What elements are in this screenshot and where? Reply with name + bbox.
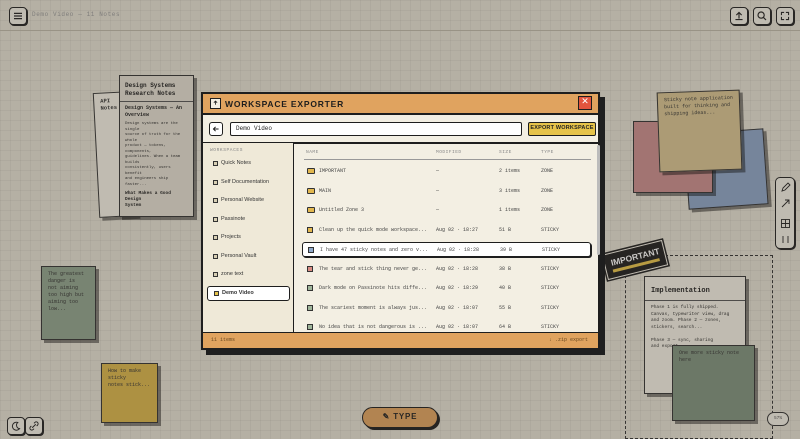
sticky-note-icon (307, 304, 313, 311)
cell-size: 40 B (499, 285, 512, 291)
cell-size: 2 items (499, 168, 521, 174)
cell-modified: Aug 02 · 18:27 (436, 226, 479, 233)
cell-type: STICKY (541, 304, 560, 311)
project-name-field[interactable]: Demo Video (230, 122, 522, 136)
workspace-icon (213, 235, 218, 240)
cell-modified: Aug 02 · 18:28 (436, 265, 479, 272)
workspace-icon (213, 216, 218, 222)
cell-modified: Aug 02 · 18:29 (436, 285, 479, 291)
cell-name: IMPORTANT (319, 168, 347, 174)
folder-icon (307, 207, 315, 213)
workspace-icon (213, 253, 218, 259)
cell-type: ZONE (541, 168, 554, 174)
cell-name: The scariest moment is always jus... (319, 304, 428, 311)
export-icon (210, 98, 221, 109)
workspace-item[interactable]: Self Documentation (207, 175, 290, 190)
workspaces-sidebar: WORKSPACES Quick Notes Self Documentation… (203, 143, 294, 334)
cell-size: 1 items (499, 207, 521, 213)
cell-name: MAIN (319, 187, 332, 194)
export-format: ↓ .zip export (548, 337, 588, 343)
close-button[interactable]: ✕ (578, 96, 592, 110)
cell-name: Dark mode on Passinote hits diffe... (319, 285, 428, 291)
items-table: NAME MODIFIED SIZE TYPE IMPORTANT — 2 item… (296, 143, 598, 334)
workspace-item[interactable]: Personal Vault (207, 249, 290, 264)
workspace-icon (214, 290, 219, 296)
workspace-item[interactable]: zone text (207, 267, 290, 282)
workspace-item[interactable]: Demo Video (207, 285, 290, 301)
column-header-size: SIZE (499, 150, 512, 155)
workspace-label: Personal Vault (221, 252, 257, 259)
cell-modified: Aug 02 · 18:07 (436, 304, 479, 311)
export-workspace-button[interactable]: EXPORT WORKSPACE (528, 122, 596, 136)
workspace-label: Demo Video (222, 289, 254, 296)
back-button[interactable] (209, 122, 223, 136)
cell-size: 51 B (499, 226, 512, 233)
cell-type: ZONE (541, 207, 554, 213)
cell-type: ZONE (541, 187, 554, 194)
sticky-note-icon (308, 247, 314, 253)
workspace-label: zone text (221, 271, 244, 277)
table-row[interactable]: Clean up the quick mode workspace... Aug … (302, 223, 591, 238)
cell-type: STICKY (541, 265, 560, 272)
cell-name: Untitled Zone 3 (319, 207, 365, 213)
sticky-note-icon (307, 265, 313, 272)
arrow-left-icon (212, 126, 219, 132)
cell-modified: — (436, 187, 440, 194)
cell-size: 39 B (500, 247, 513, 253)
table-row[interactable]: The tear and stick thing never ge... Aug … (302, 262, 591, 277)
modal-footer: 11 items ↓ .zip export (203, 332, 598, 348)
item-count: 11 items (211, 337, 236, 343)
cell-modified: Aug 02 · 18:28 (437, 247, 480, 253)
workspace-icon (213, 198, 218, 203)
cell-name: Clean up the quick mode workspace... (319, 226, 428, 233)
header-rule (304, 159, 591, 160)
table-row[interactable]: MAIN — 3 items ZONE (302, 184, 591, 199)
sidebar-label: WORKSPACES (210, 148, 244, 153)
workspace-label: Personal Website (221, 197, 265, 203)
workspace-label: Self Documentation (221, 178, 269, 185)
cell-type: STICKY (542, 247, 561, 253)
folder-icon (307, 187, 315, 194)
cell-size: 55 B (499, 304, 512, 311)
cell-type: STICKY (541, 226, 560, 233)
workspace-item[interactable]: Personal Website (207, 193, 290, 208)
cell-type: STICKY (541, 285, 560, 291)
cell-name: I have 47 sticky notes and zero v... (320, 247, 429, 253)
table-row[interactable]: Dark mode on Passinote hits diffe... Aug … (302, 281, 591, 296)
workspace-item[interactable]: Quick Notes (207, 156, 290, 171)
table-row[interactable]: Untitled Zone 3 — 1 items ZONE (302, 203, 591, 218)
workspace-icon (213, 179, 218, 185)
table-row[interactable]: I have 47 sticky notes and zero v... Aug … (302, 242, 591, 257)
modal-title: WORKSPACE EXPORTER (225, 99, 345, 109)
column-header-name: NAME (306, 150, 319, 155)
cell-name: The tear and stick thing never ge... (319, 265, 428, 272)
table-row[interactable]: IMPORTANT — 2 items ZONE (302, 164, 591, 179)
sticky-note-icon (307, 324, 313, 330)
workspace-label: Quick Notes (221, 160, 251, 166)
folder-icon (307, 168, 315, 174)
sticky-note-icon (307, 285, 313, 291)
close-icon: ✕ (581, 97, 589, 107)
cell-modified: — (436, 168, 440, 174)
workspace-label: Projects (221, 234, 241, 240)
cell-size: 3 items (499, 187, 521, 194)
sticky-note-icon (307, 226, 313, 233)
workspace-item[interactable]: Passinote (207, 212, 290, 227)
workspace-icon (213, 272, 218, 277)
workspace-item[interactable]: Projects (207, 230, 290, 245)
workspace-icon (213, 161, 218, 166)
modal-header: WORKSPACE EXPORTER ✕ (203, 94, 598, 115)
cell-size: 38 B (499, 265, 512, 272)
workspace-label: Passinote (221, 215, 246, 222)
workspace-exporter-modal: WORKSPACE EXPORTER ✕ Demo Video EXPORT W… (201, 92, 600, 350)
table-scrollbar[interactable] (597, 145, 600, 255)
column-header-modified: MODIFIED (436, 150, 462, 155)
cell-modified: — (436, 207, 440, 213)
column-header-type: TYPE (541, 150, 554, 155)
table-row[interactable]: The scariest moment is always jus... Aug … (302, 301, 591, 316)
